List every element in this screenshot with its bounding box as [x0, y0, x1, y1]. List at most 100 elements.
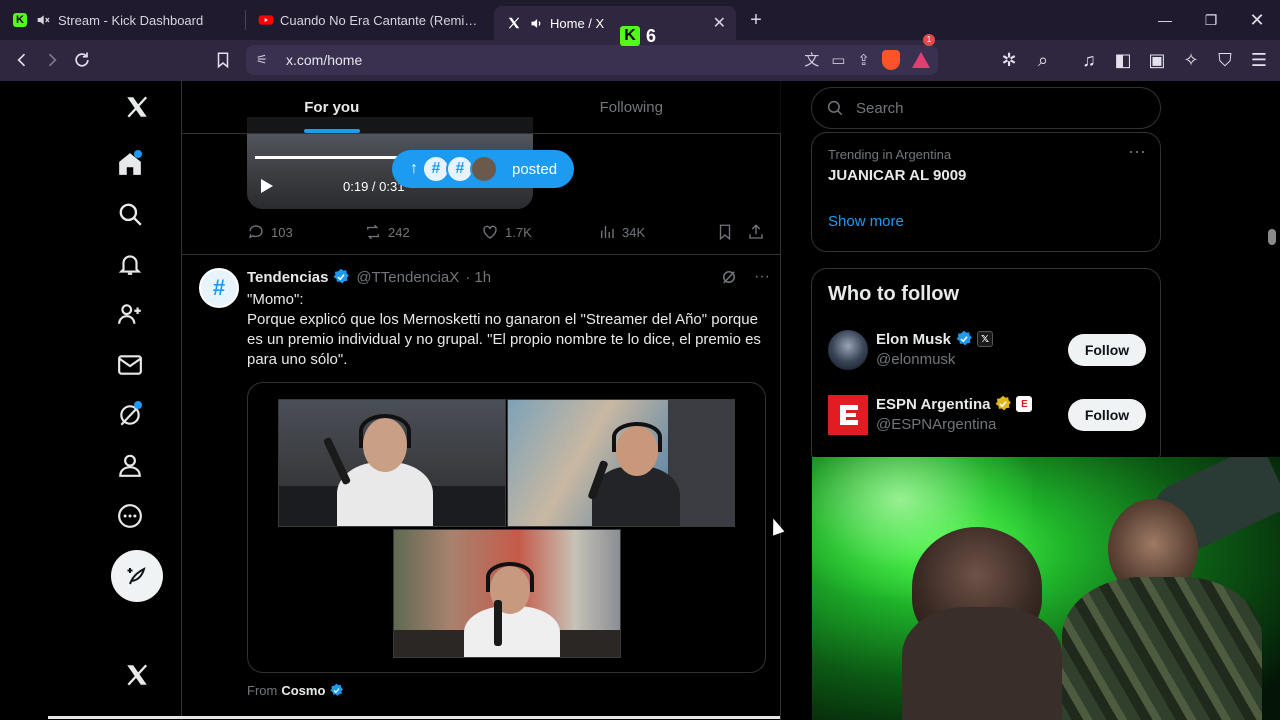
trend-name[interactable]: JUANICAR AL 9009 — [828, 167, 966, 184]
back-button[interactable] — [7, 45, 37, 75]
video-progress-fill — [255, 156, 404, 159]
timeline: For you Following 0:19 / 0:31 ↑ # # post… — [181, 81, 781, 720]
kick-viewer-overlay: K 6 — [620, 24, 656, 48]
tab-youtube[interactable]: Cuando No Era Cantante (Remix) - Yo — [246, 0, 494, 40]
url-text: x.com/home — [286, 52, 363, 68]
follow-button[interactable]: Follow — [1068, 334, 1146, 366]
tweet-tools: ··· — [720, 268, 770, 291]
tweet-media[interactable] — [247, 382, 766, 673]
like-button[interactable]: 1.7K — [481, 223, 598, 241]
repost-button[interactable]: 242 — [364, 223, 481, 241]
x-account-icon[interactable] — [117, 655, 157, 695]
brave-rewards-icon[interactable]: 1 — [912, 33, 935, 68]
menu-icon[interactable]: ☰ — [1244, 45, 1274, 75]
follow-button[interactable]: Follow — [1068, 399, 1146, 431]
video-time: 0:19 / 0:31 — [343, 179, 405, 194]
translate-icon[interactable]: 文 — [804, 49, 819, 70]
tab-kick-dashboard[interactable]: K Stream - Kick Dashboard — [0, 0, 245, 40]
tab-home-x[interactable]: Home / X ✕ — [494, 6, 736, 40]
home-icon[interactable] — [110, 144, 150, 184]
grok-explain-icon[interactable] — [720, 268, 738, 291]
search-input[interactable]: Search — [811, 87, 1161, 129]
media-image[interactable] — [278, 399, 506, 527]
x-logo-icon[interactable] — [117, 87, 157, 127]
forward-button[interactable] — [37, 45, 67, 75]
follow-suggestion[interactable]: Elon Musk 𝕏 @elonmusk Follow — [828, 328, 1146, 372]
new-posts-pill[interactable]: ↑ # # posted — [392, 150, 574, 188]
site-info-icon[interactable]: ⚟ — [256, 52, 272, 68]
follow-people-icon[interactable] — [110, 294, 150, 334]
account-name: ESPN Argentina E — [876, 395, 1033, 413]
sidebar-icon[interactable]: ◧ — [1108, 45, 1138, 75]
horizontal-scroll-indicator — [48, 716, 780, 719]
follow-suggestion[interactable]: ESPN Argentina E @ESPNArgentina Follow — [828, 393, 1146, 437]
tweet-time[interactable]: · 1h — [465, 269, 491, 286]
extensions-icon[interactable]: ✲ — [994, 45, 1024, 75]
cast-icon[interactable]: ▭ — [831, 51, 845, 69]
restore-button[interactable]: ❐ — [1188, 0, 1234, 40]
tab-for-you[interactable]: For you — [182, 81, 482, 133]
x-app: For you Following 0:19 / 0:31 ↑ # # post… — [0, 81, 1280, 720]
search-page-icon[interactable]: ⌕ — [1028, 45, 1058, 75]
source-prefix: From — [247, 683, 278, 698]
messages-envelope-icon[interactable] — [110, 345, 150, 385]
wallet-icon[interactable]: ▣ — [1142, 45, 1172, 75]
compose-post-button[interactable] — [111, 550, 163, 602]
webcam-person-1-body — [902, 607, 1062, 720]
espn-logo-icon[interactable] — [828, 395, 868, 435]
leo-ai-icon[interactable]: ✧ — [1176, 45, 1206, 75]
author-name[interactable]: Tendencias — [247, 269, 328, 286]
repost-icon — [367, 224, 379, 240]
views-button[interactable]: 34K — [598, 223, 716, 241]
share-icon[interactable]: ⇪ — [857, 51, 870, 69]
source-name[interactable]: Cosmo — [281, 683, 325, 698]
timeline-tabs: For you Following — [182, 81, 781, 134]
account-name-text: Elon Musk — [876, 330, 952, 348]
play-icon[interactable] — [261, 179, 273, 193]
tab-following[interactable]: Following — [482, 81, 782, 133]
new-tab-button[interactable]: + — [736, 0, 776, 40]
more-icon[interactable]: ··· — [754, 268, 770, 291]
more-options-icon[interactable] — [110, 496, 150, 536]
search-placeholder: Search — [856, 99, 904, 117]
vpn-icon[interactable]: ⛉ — [1210, 45, 1240, 75]
bookmark-icon[interactable] — [208, 45, 238, 75]
bookmark-icon — [719, 224, 731, 241]
address-bar[interactable]: ⚟ x.com/home 文 ▭ ⇪ 1 — [246, 33, 938, 75]
tweet-header: Tendencias @TTendenciaX · 1h — [247, 268, 491, 286]
scrollbar-thumb[interactable] — [1268, 229, 1276, 245]
minimize-button[interactable]: — — [1142, 0, 1188, 40]
tweet-body: Porque explicó que los Mernosketti no ga… — [247, 311, 761, 368]
media-image[interactable] — [507, 399, 735, 527]
kick-logo-icon: K — [620, 26, 640, 46]
x-icon — [506, 15, 522, 31]
brave-shields-icon[interactable] — [882, 49, 900, 70]
grok-icon[interactable] — [110, 395, 150, 435]
speaker-icon[interactable] — [528, 15, 544, 31]
bookmark-tweet-button[interactable] — [716, 223, 747, 241]
close-tab-icon[interactable]: ✕ — [713, 13, 726, 33]
media-icon[interactable]: ♫ — [1074, 45, 1104, 75]
who-to-follow-panel: Who to follow Elon Musk 𝕏 @elonmusk Foll… — [811, 268, 1161, 468]
media-image[interactable] — [393, 529, 621, 658]
explore-search-icon[interactable] — [110, 194, 150, 234]
share-tweet-button[interactable] — [747, 223, 765, 241]
reply-button[interactable]: 103 — [247, 223, 364, 241]
muted-speaker-icon[interactable] — [34, 12, 52, 28]
avatar[interactable] — [828, 330, 868, 370]
trend-meta: Trending in Argentina — [828, 147, 952, 162]
more-icon[interactable]: ··· — [1128, 141, 1146, 162]
tweet-author-avatar[interactable]: # — [199, 268, 239, 308]
reload-button[interactable] — [67, 45, 97, 75]
poster-avatar — [470, 155, 498, 183]
kick-icon: K — [12, 12, 28, 28]
profile-icon[interactable] — [110, 445, 150, 485]
tweet-actions: 103 242 1.7K 34K — [247, 222, 767, 242]
notifications-bell-icon[interactable] — [110, 244, 150, 284]
trends-panel: Trending in Argentina JUANICAR AL 9009 ·… — [811, 132, 1161, 252]
verified-badge-icon — [330, 683, 344, 696]
show-more-link[interactable]: Show more — [828, 213, 904, 230]
active-tab-indicator — [303, 129, 360, 133]
close-window-button[interactable]: ✕ — [1234, 0, 1280, 40]
author-handle[interactable]: @TTendenciaX — [356, 269, 459, 286]
